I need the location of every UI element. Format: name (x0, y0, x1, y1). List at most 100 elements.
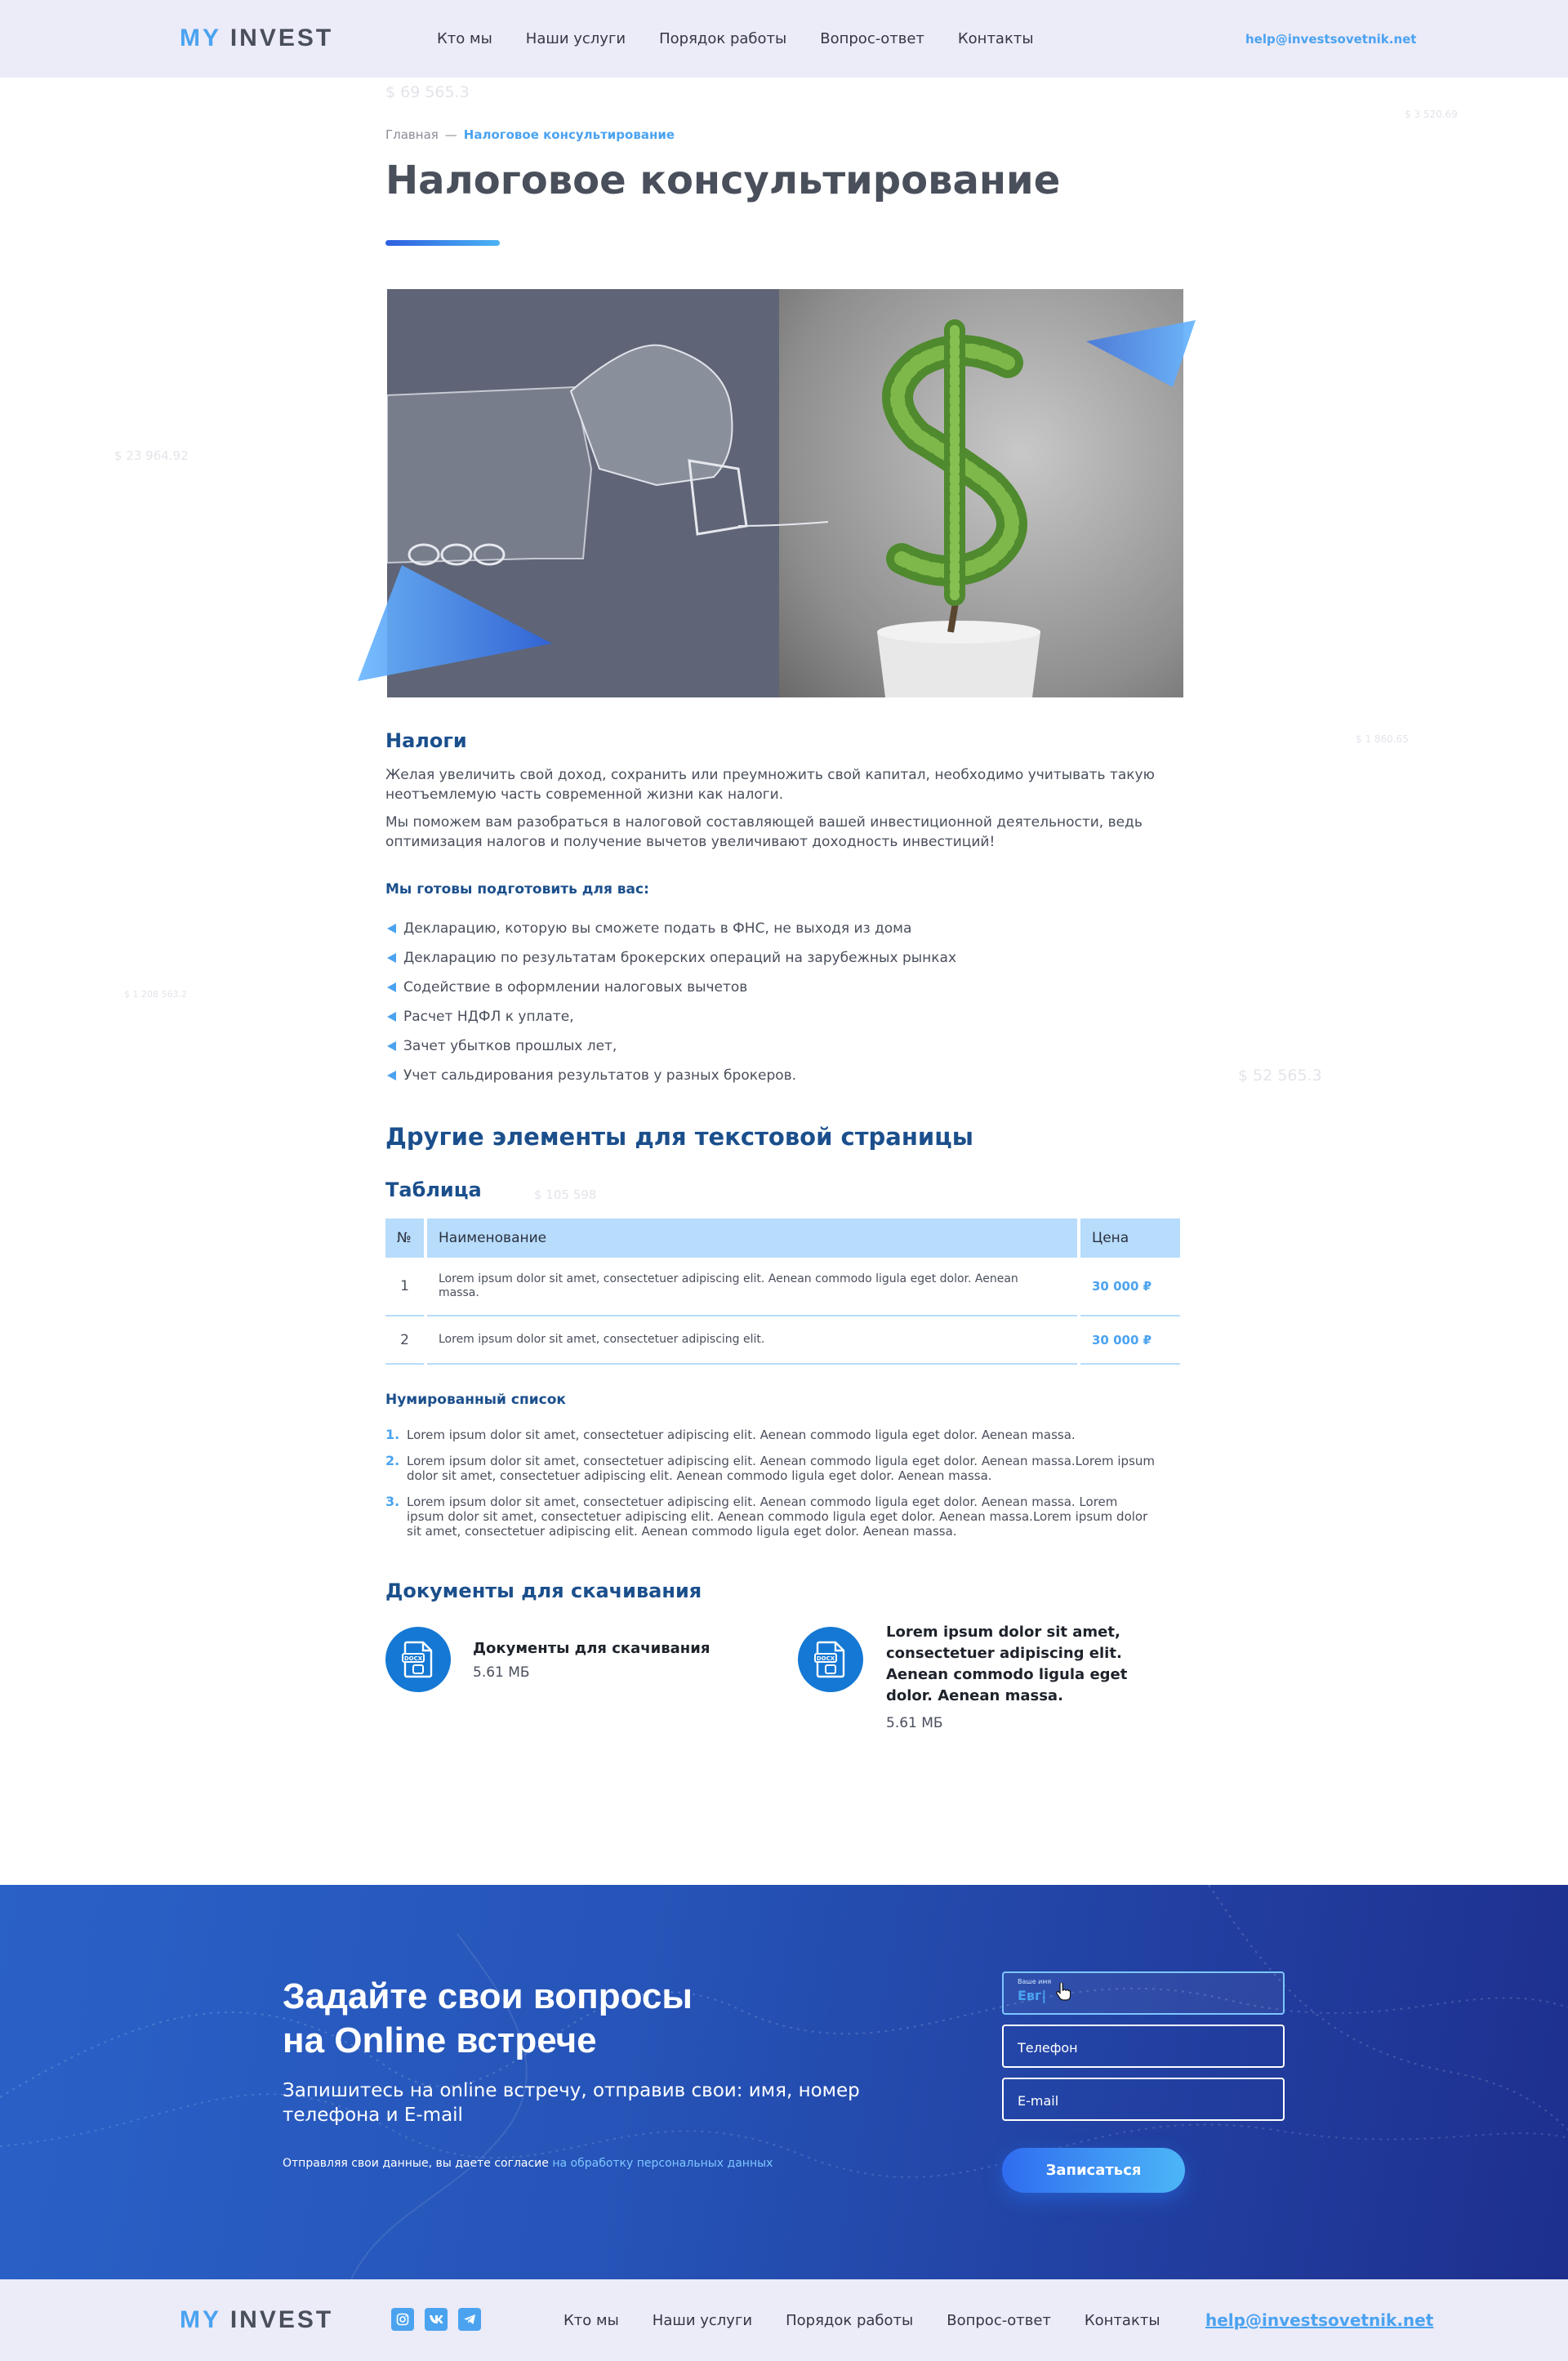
list-item: Учет сальдирования результатов у разных … (385, 1061, 956, 1090)
instagram-icon[interactable] (391, 2308, 414, 2331)
phone-field[interactable]: Телефон (1002, 2025, 1285, 2068)
list-number: 1. (385, 1427, 400, 1442)
table-cell-name: Lorem ipsum dolor sit amet, consectetuer… (427, 1316, 1077, 1365)
social-links (391, 2308, 481, 2331)
nav-item-faq[interactable]: Вопрос-ответ (820, 30, 924, 47)
consent-note: Отправляя свои данные, вы даете согласие… (283, 2157, 773, 2170)
logo-part-invest: INVEST (229, 2306, 334, 2333)
taxes-paragraph-1: Желая увеличить свой доход, сохранить ил… (385, 767, 1155, 803)
breadcrumb: Главная — Налоговое консультирование (385, 127, 675, 142)
docx-file-icon[interactable]: DOCX (798, 1627, 863, 1692)
list-item-text: Декларацию по результатам брокерских опе… (403, 950, 957, 966)
list-item: Расчет НДФЛ к уплате, (385, 1002, 956, 1031)
document-download-2[interactable]: DOCX Lorem ipsum dolor sit amet, consect… (798, 1624, 1174, 1741)
document-title[interactable]: Документы для скачивания (473, 1638, 742, 1659)
arrow-bullet-icon (387, 982, 396, 992)
table-cell-price: 30 000 ₽ (1080, 1258, 1180, 1316)
taxes-heading: Налоги (385, 729, 467, 752)
table-cell-number: 2 (385, 1316, 424, 1365)
table-cell-name: Lorem ipsum dolor sit amet, consectetuer… (427, 1258, 1077, 1316)
list-number: 2. (385, 1453, 400, 1468)
arrow-bullet-icon (387, 924, 396, 933)
breadcrumb-current: Налоговое консультирование (463, 127, 675, 142)
docx-file-icon[interactable]: DOCX (385, 1627, 451, 1692)
site-footer: MY INVEST Кто мы Наши услуги Порядок раб… (0, 2279, 1568, 2361)
email-field-placeholder: E-mail (1018, 2093, 1059, 2109)
privacy-policy-link[interactable]: на обработку персональных данных (552, 2157, 773, 2170)
table-cell-price: 30 000 ₽ (1080, 1316, 1180, 1365)
taxes-paragraph-2: Мы поможем вам разобраться в налоговой с… (385, 814, 1143, 850)
cta-title-line-1: Задайте свои вопросы (283, 1976, 693, 2016)
name-field[interactable]: Ваше имя Евг| (1002, 1971, 1285, 2015)
numbered-list: 1. Lorem ipsum dolor sit amet, consectetu… (385, 1428, 1157, 1550)
svg-text:DOCX: DOCX (817, 1655, 835, 1662)
table-row: 2 Lorem ipsum dolor sit amet, consectetu… (385, 1316, 1183, 1365)
table-cell-number: 1 (385, 1258, 424, 1316)
footer-email-link[interactable]: help@investsovetnik.net (1205, 2310, 1433, 2330)
site-header: MY INVEST Кто мы Наши услуги Порядок раб… (0, 0, 1568, 78)
name-field-value[interactable]: Евг| (1018, 1988, 1046, 2003)
breadcrumb-home[interactable]: Главная (385, 127, 439, 142)
cta-title: Задайте свои вопросы на Online встрече (283, 1975, 693, 2063)
footer-nav-contacts[interactable]: Контакты (1085, 2312, 1160, 2329)
consent-text: Отправляя свои данные, вы даете согласие (283, 2157, 549, 2170)
arrow-bullet-icon (387, 1041, 396, 1051)
hand-cursor-icon (1056, 1983, 1071, 2001)
footer-logo[interactable]: MY INVEST (180, 2306, 333, 2334)
logo-part-my: MY (180, 2306, 221, 2333)
table-row: 1 Lorem ipsum dolor sit amet, consectetu… (385, 1258, 1183, 1316)
list-item: Декларацию по результатам брокерских опе… (385, 943, 956, 973)
bg-number: $ 105 598 (534, 1187, 597, 1202)
name-field-label: Ваше имя (1018, 1978, 1052, 1985)
numbered-list-heading: Нумированный список (385, 1392, 566, 1408)
document-size: 5.61 МБ (473, 1664, 530, 1681)
list-item-text: Расчет НДФЛ к уплате, (403, 1009, 574, 1025)
decor-triangle-right (1086, 320, 1196, 387)
arrow-bullet-icon (387, 953, 396, 963)
bg-number: $ 1 208 563.2 (124, 989, 187, 1000)
header-nav: Кто мы Наши услуги Порядок работы Вопрос… (437, 30, 1034, 47)
list-item-text: Декларацию, которую вы сможете подать в … (403, 920, 912, 937)
email-field[interactable]: E-mail (1002, 2078, 1285, 2121)
list-item-text: Учет сальдирования результатов у разных … (403, 1067, 797, 1084)
header-email-link[interactable]: help@investsovetnik.net (1245, 32, 1416, 47)
logo[interactable]: MY INVEST (180, 25, 333, 52)
telegram-icon[interactable] (458, 2308, 481, 2331)
table-header-row: № Наименование Цена (385, 1218, 1183, 1258)
bg-number: $ 52 565.3 (1238, 1067, 1322, 1085)
numbered-list-text: Lorem ipsum dolor sit amet, consectetuer… (407, 1454, 1155, 1483)
other-elements-heading: Другие элементы для текстовой страницы (385, 1123, 973, 1151)
price-table: № Наименование Цена 1 Lorem ipsum dolor … (385, 1218, 1183, 1365)
footer-nav-who-we-are[interactable]: Кто мы (564, 2312, 619, 2329)
title-underline (385, 240, 500, 246)
nav-item-procedure[interactable]: Порядок работы (659, 30, 786, 47)
vk-icon[interactable] (425, 2308, 448, 2331)
table-heading: Таблица (385, 1178, 482, 1201)
footer-nav: Кто мы Наши услуги Порядок работы Вопрос… (564, 2312, 1160, 2329)
cta-title-line-2: на Online встрече (283, 2020, 597, 2060)
logo-part-invest: INVEST (229, 25, 334, 51)
list-item-text: Содействие в оформлении налоговых вычето… (403, 979, 748, 996)
footer-nav-services[interactable]: Наши услуги (653, 2312, 752, 2329)
numbered-list-item: 3. Lorem ipsum dolor sit amet, consectetu… (385, 1495, 1157, 1539)
page-title: Налоговое консультирование (385, 158, 1061, 203)
nav-item-contacts[interactable]: Контакты (958, 30, 1034, 47)
column-header-price: Цена (1080, 1218, 1180, 1258)
nav-item-who-we-are[interactable]: Кто мы (437, 30, 492, 47)
footer-nav-procedure[interactable]: Порядок работы (786, 2312, 913, 2329)
phone-field-placeholder: Телефон (1018, 2040, 1078, 2056)
document-download-1[interactable]: DOCX Документы для скачивания 5.61 МБ (385, 1627, 761, 1700)
logo-part-my: MY (180, 25, 221, 51)
bg-number: $ 3 520.69 (1405, 109, 1458, 120)
document-size: 5.61 МБ (886, 1715, 943, 1731)
arrow-bullet-icon (387, 1012, 396, 1022)
ready-heading: Мы готовы подготовить для вас: (385, 881, 649, 898)
documents-heading: Документы для скачивания (385, 1579, 702, 1602)
column-header-number: № (385, 1218, 424, 1258)
list-item: Содействие в оформлении налоговых вычето… (385, 973, 956, 1002)
list-number: 3. (385, 1494, 400, 1509)
nav-item-services[interactable]: Наши услуги (526, 30, 626, 47)
document-title[interactable]: Lorem ipsum dolor sit amet, consectetuer… (886, 1622, 1168, 1707)
submit-button[interactable]: Записаться (1002, 2148, 1185, 2193)
footer-nav-faq[interactable]: Вопрос-ответ (947, 2312, 1051, 2329)
